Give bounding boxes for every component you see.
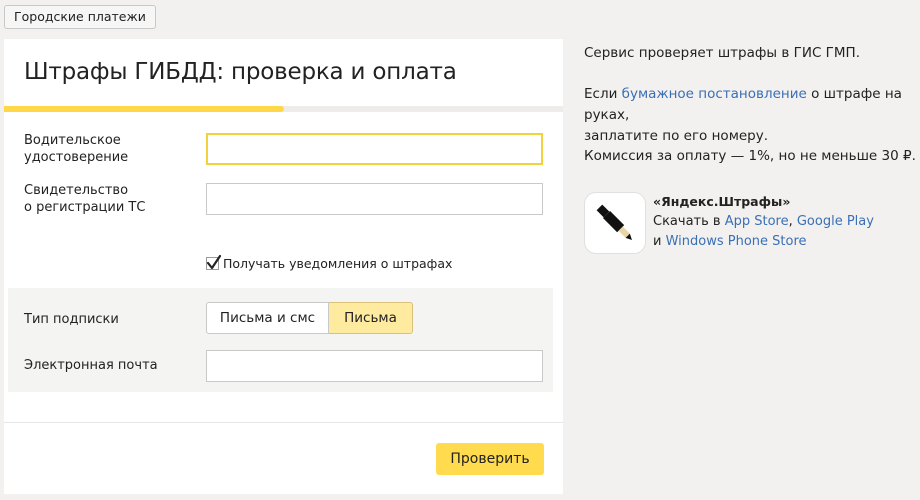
city-payments-button[interactable]: Городские платежи: [4, 5, 156, 29]
paper-ruling-link[interactable]: бумажное постановление: [622, 86, 807, 102]
progress-fill: [4, 106, 284, 112]
subscription-label: Тип подписки: [24, 312, 119, 327]
checkmark-icon: [206, 254, 222, 270]
registration-label-line1: Свидетельство: [24, 183, 129, 198]
subscription-option-letters-sms[interactable]: Письма и смс: [206, 302, 329, 334]
notify-checkbox-label: Получать уведомления о штрафах: [223, 256, 453, 271]
subscription-option-letters[interactable]: Письма: [329, 302, 413, 334]
app-store-link[interactable]: App Store: [725, 214, 789, 229]
check-button[interactable]: Проверить: [436, 443, 544, 475]
notify-checkbox-row[interactable]: Получать уведомления о штрафах: [206, 254, 453, 271]
app-name: «Яндекс.Штрафы»: [653, 194, 791, 209]
paper-notice-line2: заплатите по его номеру.: [584, 128, 769, 144]
page-title: Штрафы ГИБДД: проверка и оплата: [24, 59, 457, 85]
app-info: «Яндекс.Штрафы» Скачать в App Store, Goo…: [653, 192, 874, 252]
app-download-line: Скачать в App Store, Google Play: [653, 212, 874, 232]
fines-form-card: Штрафы ГИБДД: проверка и оплата Водитель…: [4, 39, 563, 494]
email-label: Электронная почта: [24, 358, 158, 373]
and-prefix: и: [653, 234, 666, 249]
google-play-link[interactable]: Google Play: [797, 214, 874, 229]
subscription-type-selector: Письма и смс Письма: [206, 302, 413, 334]
paper-notice-prefix: Если: [584, 86, 622, 102]
progress-bar: [4, 106, 563, 112]
license-label: Водительское удостоверение: [24, 132, 128, 166]
paper-notice: Если бумажное постановление о штрафе на …: [584, 84, 920, 147]
windows-phone-store-link[interactable]: Windows Phone Store: [666, 234, 807, 249]
registration-label-line2: о регистрации ТС: [24, 200, 146, 215]
license-label-line2: удостоверение: [24, 150, 129, 165]
commission-text: Комиссия за оплату — 1%, но не меньше 30…: [584, 148, 916, 164]
notify-checkbox[interactable]: [206, 254, 222, 270]
download-separator: ,: [788, 214, 797, 229]
form-divider: [4, 422, 563, 423]
license-input[interactable]: [206, 133, 543, 165]
license-label-line1: Водительское: [24, 133, 121, 148]
pen-icon: [596, 204, 632, 240]
app-windows-line: и Windows Phone Store: [653, 232, 874, 252]
app-icon[interactable]: [584, 192, 646, 254]
registration-input[interactable]: [206, 183, 543, 215]
service-description: Сервис проверяет штрафы в ГИС ГМП.: [584, 45, 860, 61]
download-prefix: Скачать в: [653, 214, 725, 229]
email-input[interactable]: [206, 350, 543, 382]
registration-label: Свидетельство о регистрации ТС: [24, 182, 145, 216]
